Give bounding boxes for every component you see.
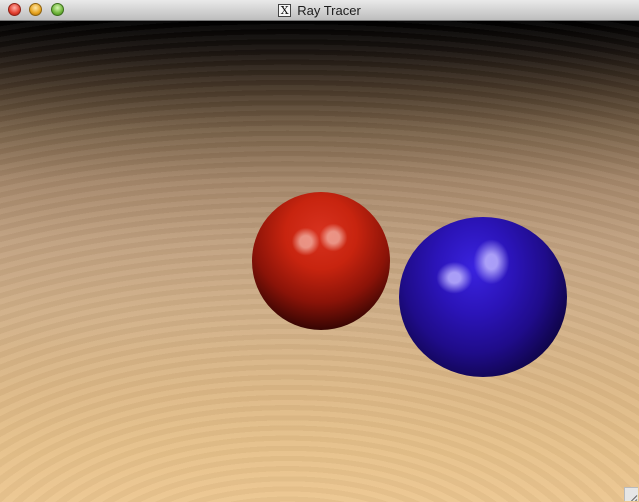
resize-grip-icon[interactable] (624, 487, 638, 501)
blue-sphere (399, 217, 567, 377)
render-canvas (0, 21, 639, 502)
ray-tracer-window: X Ray Tracer (0, 0, 639, 502)
red-sphere (252, 192, 390, 330)
window-title-group: X Ray Tracer (0, 0, 639, 21)
window-title: Ray Tracer (297, 3, 361, 18)
title-bar[interactable]: X Ray Tracer (0, 0, 639, 21)
x11-icon: X (278, 4, 292, 17)
